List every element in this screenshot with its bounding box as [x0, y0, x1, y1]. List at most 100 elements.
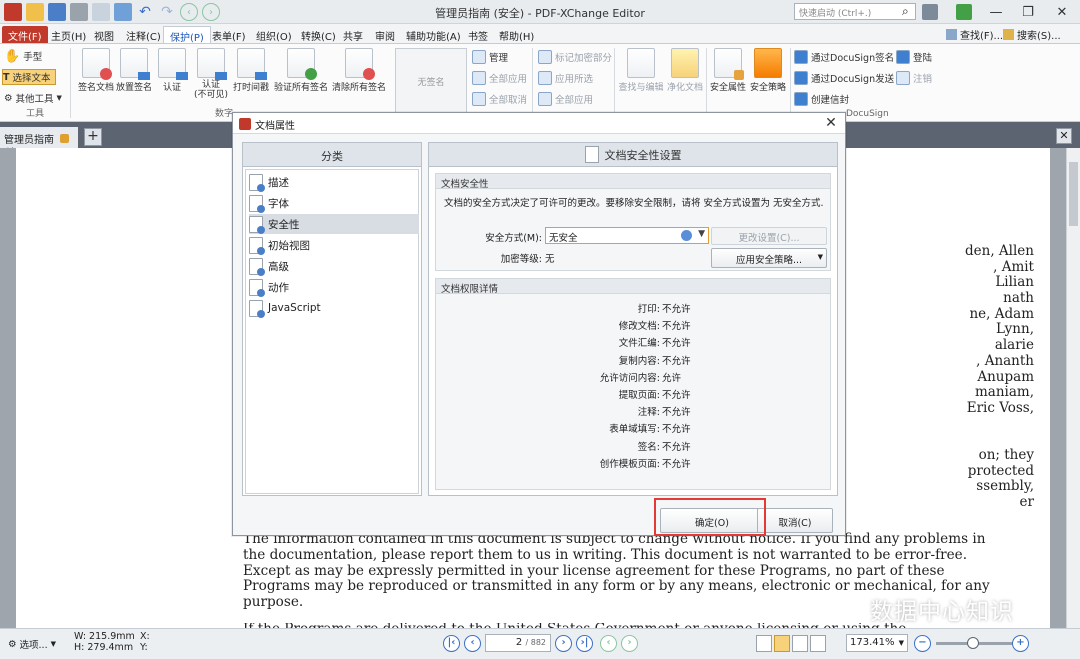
hand-tool[interactable]: ✋ 手型 — [4, 48, 42, 64]
category-fonts[interactable]: 字体 — [249, 193, 419, 213]
create-envelope-button[interactable]: 创建信封 — [794, 91, 849, 107]
undo-icon[interactable]: ↶ — [136, 3, 154, 21]
single-page-icon[interactable] — [756, 635, 772, 652]
close-document-button[interactable]: ✕ — [1056, 128, 1072, 144]
menu-share[interactable]: 共享 — [337, 26, 369, 43]
certify-button[interactable]: 认证 — [154, 48, 190, 93]
verify-all-button[interactable]: 验证所有签名 — [272, 48, 330, 93]
menu-home[interactable]: 主页(H) — [45, 26, 92, 43]
menu-protect[interactable]: 保护(P) — [163, 26, 211, 44]
side-text-line: ssembly, — [976, 478, 1034, 495]
select-text-tool[interactable]: T 选择文本 — [2, 69, 56, 85]
close-icon[interactable]: ✕ — [1046, 0, 1078, 24]
security-settings-title: 文档安全性设置 — [604, 148, 682, 162]
cancel-button[interactable]: 取消(C) — [757, 508, 833, 533]
category-advanced[interactable]: 高级 — [249, 256, 419, 276]
menu-comment[interactable]: 注释(C) — [120, 26, 167, 43]
menu-form[interactable]: 表单(F) — [206, 26, 252, 43]
category-description[interactable]: 描述 — [249, 172, 419, 192]
next-page-icon[interactable]: › — [555, 635, 572, 652]
document-properties-dialog: 文档属性 ✕ 分类 描述 字体 安全性 初始视图 高级 动作 JavaScrip… — [232, 112, 846, 536]
zoom-select[interactable]: 173.41% ▼ — [846, 634, 908, 652]
sign-document-button[interactable]: 签名文档 — [76, 48, 116, 93]
menu-review[interactable]: 审阅 — [369, 26, 401, 43]
menu-file[interactable]: 文件(F) — [2, 26, 48, 43]
last-page-icon[interactable]: ›| — [576, 635, 593, 652]
place-signature-button[interactable]: 放置签名 — [114, 48, 154, 93]
save-icon[interactable] — [48, 3, 66, 21]
docusign-logout-button[interactable]: 注销 — [896, 70, 932, 86]
certify-invisible-button[interactable]: 认证 (不可见) — [192, 48, 230, 100]
permission-row: 表单域填写: 不允许 — [436, 421, 832, 435]
redo-icon[interactable]: ↷ — [158, 3, 176, 21]
dialog-title-bar[interactable]: 文档属性 ✕ — [233, 113, 845, 134]
docusign-login-button[interactable]: 登陆 — [896, 49, 932, 65]
category-javascript[interactable]: JavaScript — [249, 298, 419, 318]
change-settings-button[interactable]: 更改设置(C)... — [711, 227, 827, 245]
print-icon[interactable] — [70, 3, 88, 21]
zoom-in-icon[interactable]: + — [1012, 635, 1029, 652]
apply-all-button[interactable]: 全部应用 — [472, 70, 527, 86]
email-icon[interactable] — [92, 3, 110, 21]
settings-icon[interactable] — [922, 4, 938, 20]
category-label: JavaScript — [268, 302, 321, 314]
search-icon[interactable]: ⌕ — [902, 4, 909, 19]
apply-policy-button[interactable]: 应用安全策略... ▼ — [711, 248, 827, 268]
permission-value: 不允许 — [662, 321, 691, 333]
apply-all-redact-button[interactable]: 全部应用 — [538, 91, 593, 107]
minimize-icon[interactable]: — — [980, 0, 1012, 24]
menu-bookmarks[interactable]: 书签 — [462, 26, 494, 43]
security-policy-button[interactable]: 安全策略 — [748, 48, 788, 93]
timestamp-button[interactable]: 打时间戳 — [230, 48, 272, 93]
forward-view-icon[interactable]: › — [621, 635, 638, 652]
security-method-value: 无安全 — [549, 233, 578, 244]
docusign-sign-button[interactable]: 通过DocuSign签名 — [794, 49, 894, 65]
prev-page-icon[interactable]: ‹ — [464, 635, 481, 652]
page-number-input[interactable]: 2 / 882 — [485, 634, 551, 652]
document-tab[interactable]: 管理员指南 ✕ — [0, 127, 78, 157]
menu-organize[interactable]: 组织(O) — [250, 26, 298, 43]
restore-icon[interactable]: ❐ — [1012, 0, 1044, 24]
find-button[interactable]: 查找(F)... — [946, 27, 1003, 42]
search-button[interactable]: 搜索(S)... — [1003, 27, 1061, 42]
zoom-slider-handle[interactable] — [967, 637, 979, 649]
forward-icon[interactable]: › — [202, 3, 220, 21]
open-folder-icon[interactable] — [26, 3, 44, 21]
signature-list[interactable]: 无签名 — [395, 48, 467, 118]
cancel-all-button[interactable]: 全部取消 — [472, 91, 527, 107]
quick-launch-input[interactable]: 快速启动 (Ctrl+.) — [794, 3, 916, 20]
continuous-page-icon[interactable] — [774, 635, 790, 652]
options-button[interactable]: ⚙ 选项... ▼ — [8, 637, 56, 652]
docusign-send-button[interactable]: 通过DocuSign发送 — [794, 70, 894, 86]
menu-help[interactable]: 帮助(H) — [493, 26, 540, 43]
menu-accessibility[interactable]: 辅助功能(A) — [400, 26, 467, 43]
fullscreen-icon[interactable] — [956, 4, 972, 20]
apply-selected-button[interactable]: 应用所选 — [538, 70, 593, 86]
security-properties-button[interactable]: 安全属性 — [708, 48, 748, 93]
manage-button[interactable]: 管理 — [472, 49, 508, 65]
category-actions[interactable]: 动作 — [249, 277, 419, 297]
new-tab-button[interactable]: + — [84, 128, 102, 146]
find-edit-button[interactable]: 查找与编辑 — [617, 48, 665, 93]
back-icon[interactable]: ‹ — [180, 3, 198, 21]
vertical-scrollbar[interactable] — [1066, 148, 1080, 628]
category-header: 分类 — [243, 143, 421, 167]
continuous-facing-icon[interactable] — [810, 635, 826, 652]
category-initial-view[interactable]: 初始视图 — [249, 235, 419, 255]
menu-view[interactable]: 视图 — [88, 26, 120, 43]
mark-redaction-button[interactable]: 标记加密部分 — [538, 49, 612, 65]
permission-name: 创作模板页面: — [599, 458, 660, 470]
category-security[interactable]: 安全性 — [249, 214, 419, 234]
security-method-select[interactable]: 无安全 ▼ — [545, 227, 709, 244]
sanitize-button[interactable]: 净化文档 — [666, 48, 704, 93]
menu-convert[interactable]: 转换(C) — [295, 26, 342, 43]
cloud-icon[interactable] — [114, 3, 132, 21]
first-page-icon[interactable]: |‹ — [443, 635, 460, 652]
zoom-out-icon[interactable]: − — [914, 635, 931, 652]
scroll-thumb[interactable] — [1069, 162, 1078, 226]
other-tools-dropdown[interactable]: ⚙ 其他工具 ▼ — [4, 90, 62, 106]
back-view-icon[interactable]: ‹ — [600, 635, 617, 652]
dialog-close-icon[interactable]: ✕ — [823, 115, 839, 131]
facing-page-icon[interactable] — [792, 635, 808, 652]
clear-all-button[interactable]: 清除所有签名 — [330, 48, 388, 93]
